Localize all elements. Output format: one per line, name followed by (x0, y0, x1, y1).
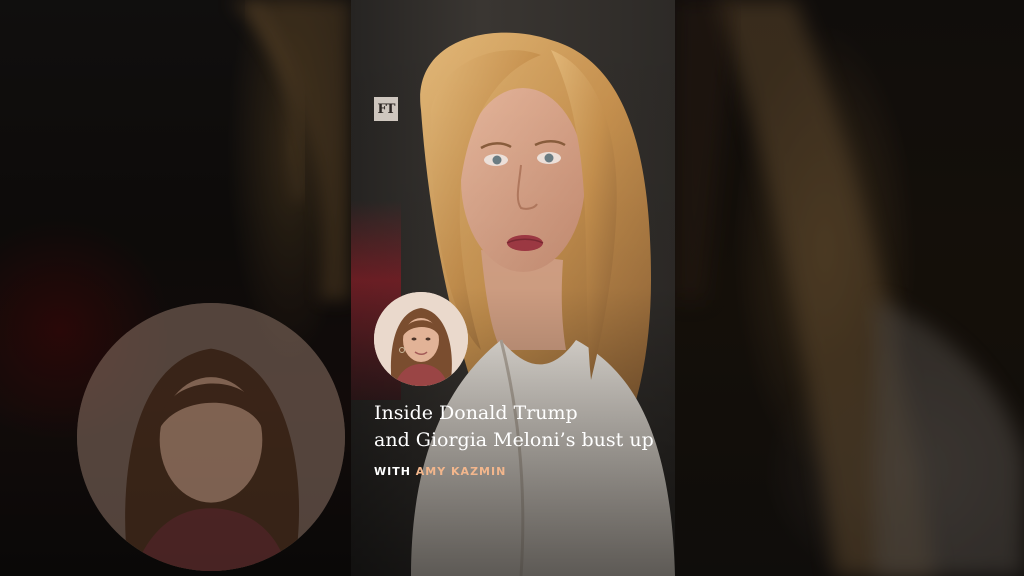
blurred-left-panel (0, 0, 351, 576)
author-portrait-large-graphic (77, 303, 345, 571)
featured-photo (351, 0, 675, 576)
episode-title-line-2: and Giorgia Meloni’s bust up (374, 429, 654, 451)
author-avatar-graphic (374, 292, 468, 386)
episode-title-line-1: Inside Donald Trump (374, 402, 578, 424)
video-thumbnail[interactable]: FT Inside Donald Trump and Giorgia Melon… (0, 0, 1024, 576)
byline-prefix: WITH (374, 465, 411, 478)
author-avatar (374, 292, 468, 386)
episode-title: Inside Donald Trump and Giorgia Meloni’s… (374, 400, 674, 454)
byline-author: AMY KAZMIN (415, 465, 507, 478)
blurred-right-panel (675, 0, 1024, 576)
author-portrait-blurred (77, 303, 345, 571)
byline: WITH AMY KAZMIN (374, 465, 506, 478)
ft-logo: FT (374, 97, 398, 121)
